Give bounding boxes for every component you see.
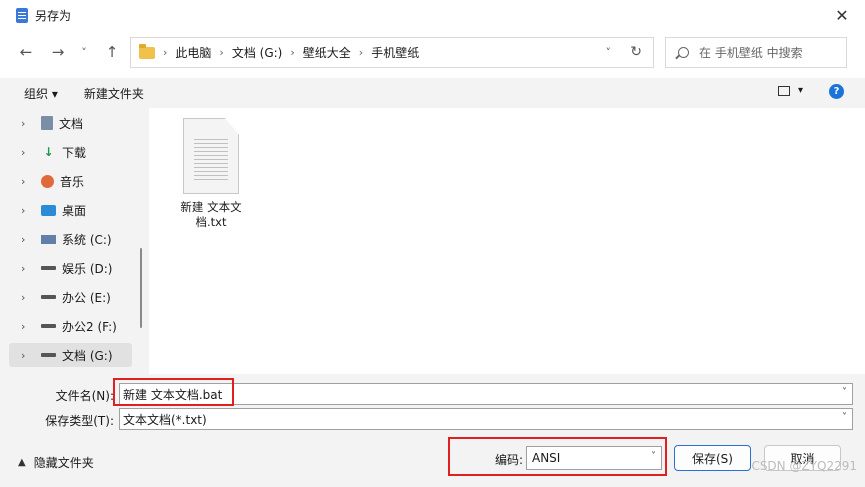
breadcrumb-item[interactable]: 文档 (G:) [232,44,283,61]
chevron-down-icon[interactable]: ˅ [842,387,847,398]
sidebar-item-documents[interactable]: › 文档 [9,111,132,135]
command-toolbar: 组织 ▾ 新建文件夹 ▾ ? [0,78,865,108]
save-button[interactable]: 保存(S) [674,445,751,471]
documents-icon [41,116,53,130]
sidebar-item-drive-g[interactable]: › 文档 (G:) [9,343,132,367]
system-drive-icon [41,234,56,244]
organize-menu[interactable]: 组织 ▾ [24,85,58,102]
chevron-down-icon[interactable]: ˅ [842,412,847,423]
highlight-box [448,437,667,476]
folder-icon [139,43,155,59]
chevron-right-icon[interactable]: › [21,349,37,362]
chevron-right-icon[interactable]: › [21,291,37,304]
sidebar-item-drive-c[interactable]: › 系统 (C:) [9,227,132,251]
sidebar-item-desktop[interactable]: › 桌面 [9,198,132,222]
drive-icon [41,324,56,328]
download-icon: ↓ [43,145,54,159]
sidebar-item-label: 娱乐 (D:) [62,261,113,276]
sidebar-item-label: 文档 (G:) [62,348,113,363]
sidebar-item-drive-f[interactable]: › 办公2 (F:) [9,314,132,338]
sidebar-item-drive-e[interactable]: › 办公 (E:) [9,285,132,309]
file-list[interactable]: 新建 文本文档.txt [149,108,865,374]
highlight-box [113,378,234,406]
title-bar: 另存为 ✕ [0,0,865,30]
sidebar-item-label: 办公 (E:) [62,290,111,305]
new-folder-button[interactable]: 新建文件夹 [84,85,144,102]
watermark: CSDN @ZYQ2291 [751,459,857,473]
sidebar-item-label: 文档 [59,116,84,131]
chevron-right-icon: › [163,46,168,59]
search-input[interactable]: 在 手机壁纸 中搜索 [665,37,847,68]
breadcrumb-item[interactable]: 壁纸大全 [303,44,351,61]
filetype-value: 文本文档(*.txt) [123,412,207,427]
chevron-right-icon[interactable]: › [21,233,37,246]
filename-label: 文件名(N): [55,389,114,403]
chevron-right-icon: › [290,46,295,59]
filetype-select[interactable]: 文本文档(*.txt) ˅ [119,408,853,430]
chevron-right-icon[interactable]: › [21,262,37,275]
file-item[interactable]: 新建 文本文档.txt [172,118,250,230]
file-name: 新建 文本文档.txt [180,200,242,229]
save-form: 文件名(N): 新建 文本文档.bat ˅ 保存类型(T): 文本文档(*.tx… [0,374,865,487]
up-button[interactable]: ↑ [100,40,124,64]
forward-button[interactable]: → [46,40,70,64]
close-button[interactable]: ✕ [819,0,865,30]
sidebar-scrollbar[interactable] [140,248,142,328]
sidebar-item-drive-d[interactable]: › 娱乐 (D:) [9,256,132,280]
drive-icon [41,353,56,357]
sidebar-item-label: 下载 [62,145,87,160]
chevron-right-icon: › [358,46,364,59]
notepad-icon [16,7,28,23]
desktop-icon [41,204,56,216]
breadcrumb-item[interactable]: 此电脑 [175,44,211,61]
navigation-bar: ← → ˅ ↑ › 此电脑 › 文档 (G:) › 壁纸大全 › 手机壁纸 ˅ … [0,30,865,78]
recent-locations-button[interactable]: ˅ [76,40,92,64]
chevron-down-icon: ▾ [797,85,803,96]
drive-icon [41,295,56,299]
search-placeholder: 在 手机壁纸 中搜索 [699,46,803,60]
hide-folders-label: 隐藏文件夹 [33,456,94,470]
search-icon [678,47,689,58]
chevron-right-icon: › [219,46,224,59]
address-bar[interactable]: › 此电脑 › 文档 (G:) › 壁纸大全 › 手机壁纸 ˅ ↻ [130,37,654,68]
navigation-pane: › 文档 › ↓ 下载 › 音乐 › 桌面 › 系统 (C:) › 娱乐 (D:… [0,108,148,374]
hide-folders-toggle[interactable]: ▲ 隐藏文件夹 [18,454,94,471]
refresh-icon[interactable]: ↻ [630,44,642,60]
sidebar-item-label: 音乐 [60,174,85,189]
chevron-right-icon[interactable]: › [21,204,37,217]
view-options-button[interactable]: ▾ [777,85,803,96]
chevron-up-icon: ▲ [18,457,26,468]
window-title: 另存为 [35,8,72,23]
chevron-right-icon[interactable]: › [21,175,37,188]
drive-icon [41,266,56,270]
view-icon [777,85,790,96]
sidebar-item-label: 系统 (C:) [62,232,112,247]
breadcrumb-item[interactable]: 手机壁纸 [371,44,419,61]
chevron-right-icon[interactable]: › [21,320,37,333]
sidebar-item-downloads[interactable]: › ↓ 下载 [9,140,132,164]
sidebar-item-label: 桌面 [62,203,87,218]
music-icon [41,174,54,188]
sidebar-item-label: 办公2 (F:) [62,319,117,334]
text-file-icon [183,118,239,194]
filetype-label: 保存类型(T): [45,414,114,428]
sidebar-item-music[interactable]: › 音乐 [9,169,132,193]
chevron-down-icon[interactable]: ˅ [606,46,612,59]
chevron-right-icon[interactable]: › [21,117,37,130]
back-button[interactable]: ← [14,40,38,64]
help-icon[interactable]: ? [829,84,844,99]
chevron-right-icon[interactable]: › [21,146,37,159]
